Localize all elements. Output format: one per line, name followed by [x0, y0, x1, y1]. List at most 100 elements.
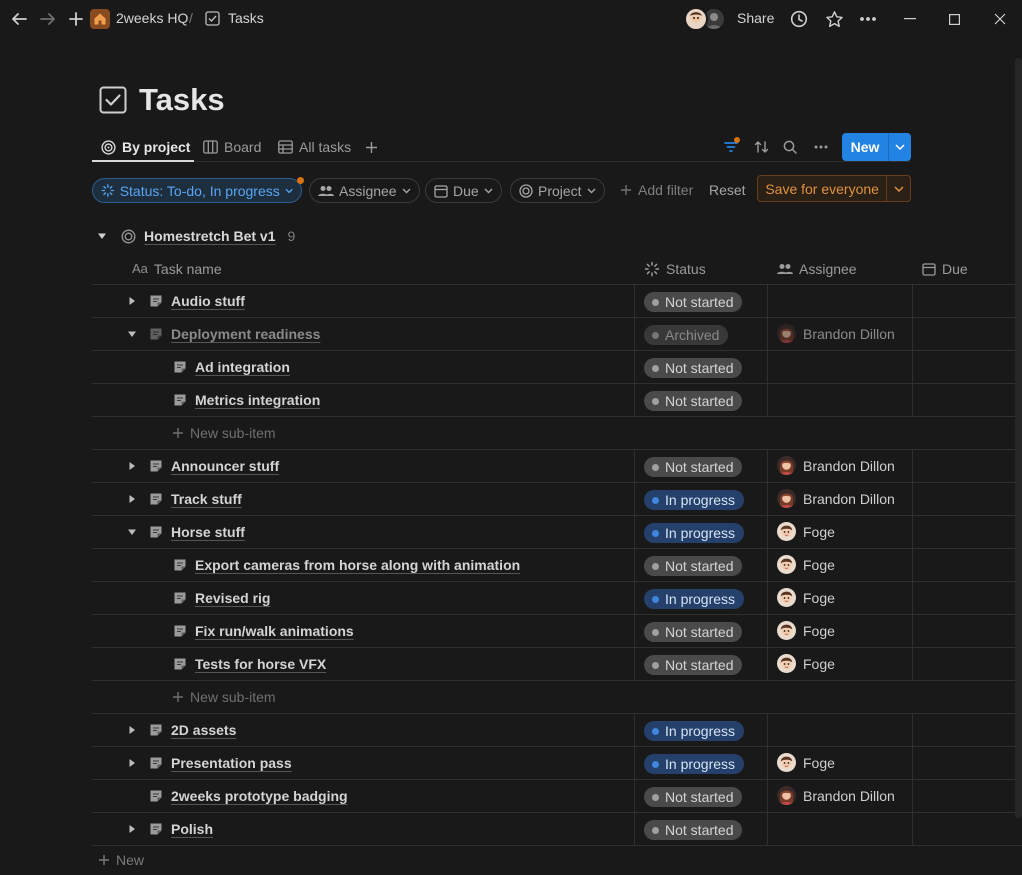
- status-badge[interactable]: In progress: [644, 589, 745, 609]
- forward-arrow-icon[interactable]: [38, 9, 58, 29]
- assignee-cell[interactable]: Foge: [768, 648, 913, 680]
- assignee-cell[interactable]: Foge: [768, 549, 913, 581]
- assignee-cell[interactable]: Brandon Dillon: [768, 318, 913, 350]
- task-name-2weeks-prototype-badging[interactable]: 2weeks prototype badging: [171, 788, 348, 804]
- task-name-cell[interactable]: Horse stuff: [92, 516, 635, 548]
- tab-all-tasks[interactable]: All tasks: [278, 132, 351, 162]
- status-cell[interactable]: Not started: [635, 813, 768, 845]
- table-row[interactable]: 2weeks prototype badging Not started Brand…: [92, 780, 1022, 813]
- assignee-cell[interactable]: [768, 384, 913, 416]
- status-badge[interactable]: Not started: [644, 556, 743, 576]
- task-name-deployment-readiness[interactable]: Deployment readiness: [171, 326, 320, 342]
- add-filter-button[interactable]: Add filter: [620, 182, 693, 198]
- column-task-name[interactable]: Aa Task name: [132, 252, 222, 285]
- assignee-cell[interactable]: [768, 285, 913, 317]
- task-name-revised-rig[interactable]: Revised rig: [195, 590, 270, 606]
- assignee-cell[interactable]: Foge: [768, 615, 913, 647]
- project-filter-chip[interactable]: Project: [510, 178, 605, 203]
- assignee-cell[interactable]: Brandon Dillon: [768, 780, 913, 812]
- more-options-icon[interactable]: [858, 9, 878, 29]
- task-name-cell[interactable]: Presentation pass: [92, 747, 635, 779]
- new-sub-item-button[interactable]: New sub-item: [172, 689, 276, 705]
- status-cell[interactable]: Not started: [635, 780, 768, 812]
- assignee-filter-chip[interactable]: Assignee: [309, 178, 420, 203]
- status-cell[interactable]: Not started: [635, 351, 768, 383]
- vertical-scrollbar[interactable]: [1015, 58, 1022, 818]
- breadcrumb-workspace[interactable]: 2weeks HQ: [116, 10, 188, 26]
- expand-open-triangle-icon[interactable]: [125, 525, 139, 539]
- task-name-audio-stuff[interactable]: Audio stuff: [171, 293, 245, 309]
- task-name-cell[interactable]: Tests for horse VFX: [92, 648, 635, 680]
- table-row[interactable]: Deployment readiness Archived Brandon Dill…: [92, 318, 1022, 351]
- expand-closed-triangle-icon[interactable]: [125, 756, 139, 770]
- task-name-cell[interactable]: Deployment readiness: [92, 318, 635, 350]
- task-name-export-cameras-from-horse-along-with-animation[interactable]: Export cameras from horse along with ani…: [195, 557, 520, 573]
- reset-filters-button[interactable]: Reset: [709, 182, 746, 198]
- assignee-cell[interactable]: Foge: [768, 747, 913, 779]
- task-name-cell[interactable]: Polish: [92, 813, 635, 845]
- expand-closed-triangle-icon[interactable]: [125, 723, 139, 737]
- save-dropdown-chevron-icon[interactable]: [886, 176, 910, 201]
- search-icon[interactable]: [779, 136, 801, 158]
- status-cell[interactable]: Not started: [635, 648, 768, 680]
- group-title[interactable]: Homestretch Bet v1: [144, 228, 276, 244]
- expand-closed-triangle-icon[interactable]: [125, 459, 139, 473]
- view-more-options-icon[interactable]: [810, 136, 832, 158]
- status-cell[interactable]: In progress: [635, 714, 768, 746]
- new-item-button[interactable]: New: [842, 133, 911, 161]
- maximize-window-icon[interactable]: [944, 9, 964, 29]
- status-cell[interactable]: In progress: [635, 483, 768, 515]
- table-row[interactable]: 2D assets In progress: [92, 714, 1022, 747]
- status-badge[interactable]: In progress: [644, 523, 745, 543]
- task-name-cell[interactable]: Audio stuff: [92, 285, 635, 317]
- task-name-presentation-pass[interactable]: Presentation pass: [171, 755, 292, 771]
- status-cell[interactable]: Archived: [635, 318, 768, 350]
- table-row[interactable]: Polish Not started: [92, 813, 1022, 846]
- status-badge[interactable]: Not started: [644, 457, 743, 477]
- status-filter-chip[interactable]: Status: To-do, In progress: [92, 178, 302, 203]
- task-name-cell[interactable]: 2weeks prototype badging: [92, 780, 635, 812]
- task-name-cell[interactable]: Track stuff: [92, 483, 635, 515]
- status-badge[interactable]: In progress: [644, 490, 745, 510]
- task-name-cell[interactable]: Revised rig: [92, 582, 635, 614]
- status-cell[interactable]: Not started: [635, 285, 768, 317]
- table-row[interactable]: Revised rig In progress Foge: [92, 582, 1022, 615]
- task-name-cell[interactable]: Fix run/walk animations: [92, 615, 635, 647]
- assignee-cell[interactable]: Foge: [768, 582, 913, 614]
- task-name-cell[interactable]: Ad integration: [92, 351, 635, 383]
- back-arrow-icon[interactable]: [9, 9, 29, 29]
- table-row[interactable]: Export cameras from horse along with ani…: [92, 549, 1022, 582]
- task-name-2d-assets[interactable]: 2D assets: [171, 722, 236, 738]
- project-group-header[interactable]: Homestretch Bet v1 9: [97, 226, 295, 246]
- task-name-cell[interactable]: 2D assets: [92, 714, 635, 746]
- status-badge[interactable]: Not started: [644, 787, 743, 807]
- table-row[interactable]: Audio stuff Not started: [92, 285, 1022, 318]
- new-dropdown-chevron-icon[interactable]: [888, 133, 911, 161]
- task-name-ad-integration[interactable]: Ad integration: [195, 359, 290, 375]
- share-button[interactable]: Share: [737, 10, 774, 26]
- assignee-cell[interactable]: Foge: [768, 516, 913, 548]
- star-favorite-icon[interactable]: [824, 9, 844, 29]
- new-sub-item-button[interactable]: New sub-item: [172, 425, 276, 441]
- task-name-fix-run-walk-animations[interactable]: Fix run/walk animations: [195, 623, 354, 639]
- status-badge[interactable]: Not started: [644, 358, 743, 378]
- status-badge[interactable]: Not started: [644, 655, 743, 675]
- save-for-everyone-button[interactable]: Save for everyone: [757, 175, 911, 202]
- task-name-metrics-integration[interactable]: Metrics integration: [195, 392, 320, 408]
- assignee-cell[interactable]: Brandon Dillon: [768, 450, 913, 482]
- status-badge[interactable]: Not started: [644, 820, 743, 840]
- task-name-horse-stuff[interactable]: Horse stuff: [171, 524, 245, 540]
- status-badge[interactable]: Not started: [644, 292, 743, 312]
- status-cell[interactable]: In progress: [635, 516, 768, 548]
- table-row[interactable]: Ad integration Not started: [92, 351, 1022, 384]
- expand-closed-triangle-icon[interactable]: [125, 492, 139, 506]
- table-row[interactable]: Horse stuff In progress Foge: [92, 516, 1022, 549]
- add-new-row-button[interactable]: New: [98, 852, 144, 868]
- status-badge[interactable]: Archived: [644, 325, 729, 345]
- status-cell[interactable]: In progress: [635, 582, 768, 614]
- status-cell[interactable]: In progress: [635, 747, 768, 779]
- table-row[interactable]: Presentation pass In progress Foge: [92, 747, 1022, 780]
- status-cell[interactable]: Not started: [635, 615, 768, 647]
- collaborator-avatars[interactable]: [684, 7, 726, 31]
- task-name-cell[interactable]: Export cameras from horse along with ani…: [92, 549, 635, 581]
